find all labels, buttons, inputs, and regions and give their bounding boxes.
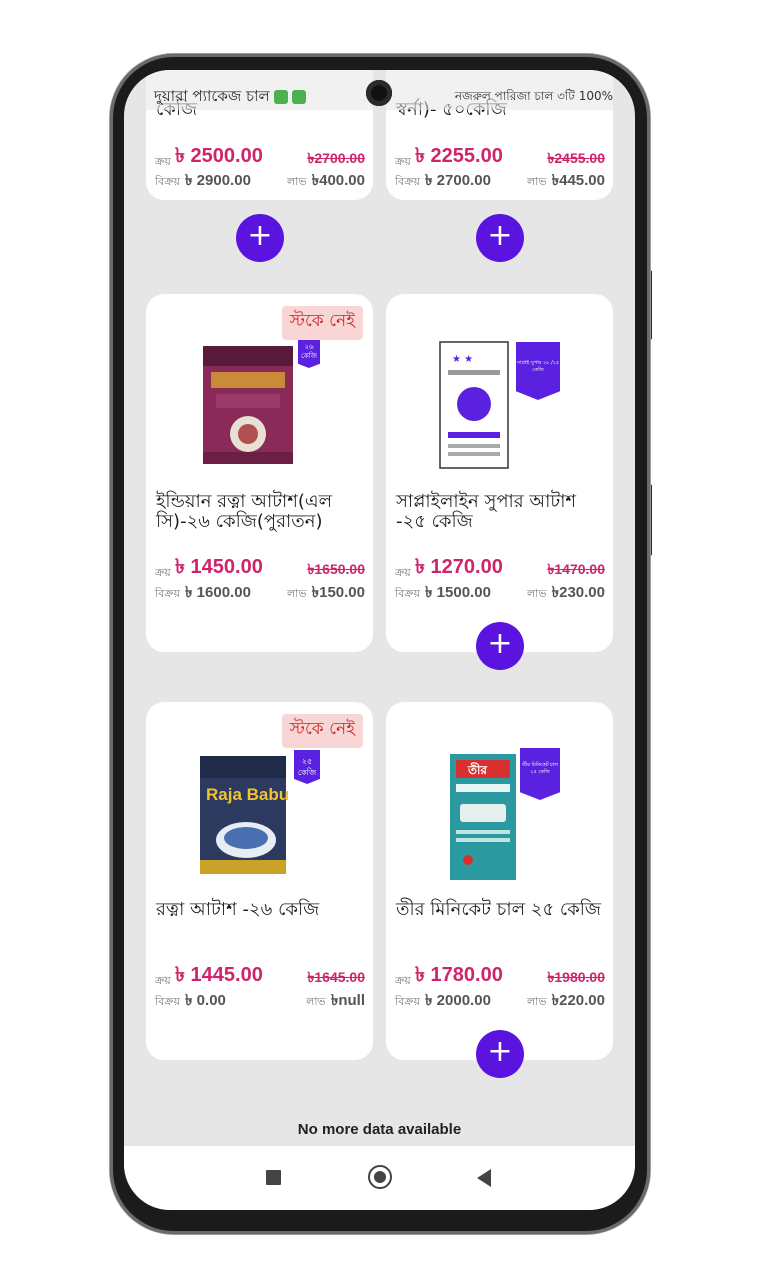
old-price: ৳2455.00 (547, 150, 605, 166)
old-price: ৳1645.00 (307, 969, 365, 985)
sell-label: বিক্রয় (155, 175, 180, 188)
notification-icon (273, 89, 288, 104)
profit-value: ৳220.00 (551, 992, 605, 1009)
profit-value: ৳230.00 (551, 584, 605, 601)
sell-label: বিক্রয় (395, 175, 420, 188)
old-price: ৳1650.00 (307, 561, 365, 577)
product-card[interactable]: ★ ★ সাপ্লাই সুপার ২৮ /২৫ কেজি সাপ্লাইলাই… (386, 294, 613, 670)
status-left-text: দুয়ারা প্যাকেজ চাল (154, 85, 306, 110)
brand-text: তীর (467, 762, 487, 777)
sell-price: ৳ 2000.00 (425, 992, 491, 1009)
product-card[interactable]: স্টকে নেই ২৬ কেজি ইন্ডিয়ান রত্না আটাশ(এ… (146, 294, 373, 652)
sub-row: বিক্রয় ৳ 2000.00 লাভ ৳220.00 (395, 992, 605, 1014)
product-title: সাপ্লাইলাইন সুপার আটাশ -২৫ কেজি (396, 491, 577, 532)
old-price: ৳1470.00 (547, 561, 605, 577)
recents-square-icon[interactable] (266, 1170, 281, 1185)
weight-ribbon: ২৬ কেজি (298, 340, 320, 368)
profit-value: ৳445.00 (551, 172, 605, 189)
product-title: তীর মিনিকেট চাল ২৫ কেজি (396, 899, 601, 920)
system-nav-bar (124, 1146, 635, 1210)
product-title: ইন্ডিয়ান রত্না আটাশ(এল সি)-২৬ কেজি(পুরা… (156, 491, 333, 532)
status-right-text: নজরুল পারিজা চাল ৩টি 100% (454, 89, 613, 103)
sell-price: ৳ 2900.00 (185, 172, 251, 189)
weight-ribbon: সাপ্লাই সুপার ২৮ /২৫ কেজি (516, 342, 560, 400)
sell-price: ৳ 2700.00 (425, 172, 491, 189)
notification-icon (291, 89, 306, 104)
sell-label: বিক্রয় (395, 587, 420, 600)
sell-label: বিক্রয় (395, 995, 420, 1008)
home-circle-icon[interactable] (368, 1165, 392, 1189)
sell-price: ৳ 1500.00 (425, 584, 491, 601)
svg-text:★ ★: ★ ★ (452, 354, 473, 365)
add-to-cart-button[interactable]: + (236, 214, 284, 262)
weight-ribbon: ২৫ কেজি (294, 750, 320, 784)
sub-row: বিক্রয় ৳ 2700.00 লাভ ৳445.00 (395, 172, 605, 194)
sub-row: বিক্রয় ৳ 0.00 লাভ ৳null (155, 992, 365, 1014)
sub-row: বিক্রয় ৳ 2900.00 লাভ ৳400.00 (155, 172, 365, 194)
profit-value: ৳null (330, 992, 365, 1009)
back-triangle-icon[interactable] (477, 1169, 491, 1187)
app-screen: কেজি ক্রয় ৳ 2500.00 ৳2700.00 বিক্রয় ৳ … (124, 70, 635, 1210)
sub-row: বিক্রয় ৳ 1500.00 লাভ ৳230.00 (395, 584, 605, 606)
sell-label: বিক্রয় (155, 995, 180, 1008)
sub-row: বিক্রয় ৳ 1600.00 লাভ ৳150.00 (155, 584, 365, 606)
end-of-list-message: No more data available (297, 1121, 462, 1138)
profit-label: লাভ (526, 175, 547, 188)
profit-value: ৳150.00 (311, 584, 365, 601)
weight-ribbon: তীর মিনিকেট চাল ২৫ কেজি (520, 748, 560, 800)
front-camera (366, 80, 392, 106)
sell-price: ৳ 1600.00 (185, 584, 251, 601)
profit-value: ৳400.00 (311, 172, 365, 189)
product-card[interactable]: স্টকে নেই Raja Babu ২৫ কেজি রত্না আটাশ -… (146, 702, 373, 1060)
product-title: রত্না আটাশ -২৬ কেজি (156, 899, 320, 920)
profit-label: লাভ (286, 587, 307, 600)
add-to-cart-button[interactable]: + (476, 622, 524, 670)
old-price: ৳2700.00 (307, 150, 365, 166)
battery-level: 100% (578, 89, 613, 103)
sell-label: বিক্রয় (155, 587, 180, 600)
profit-label: লাভ (286, 175, 307, 188)
brand-text: Raja Babu (206, 785, 289, 804)
profit-label: লাভ (306, 995, 326, 1008)
profit-label: লাভ (526, 587, 547, 600)
sell-price: ৳ 0.00 (185, 992, 226, 1009)
add-to-cart-button[interactable]: + (476, 214, 524, 262)
product-card[interactable]: তীর তীর মিনিকেট চাল ২৫ কেজি তীর মিনিকেট … (386, 702, 613, 1078)
profit-label: লাভ (526, 995, 547, 1008)
old-price: ৳1980.00 (547, 969, 605, 985)
add-to-cart-button[interactable]: + (476, 1030, 524, 1078)
